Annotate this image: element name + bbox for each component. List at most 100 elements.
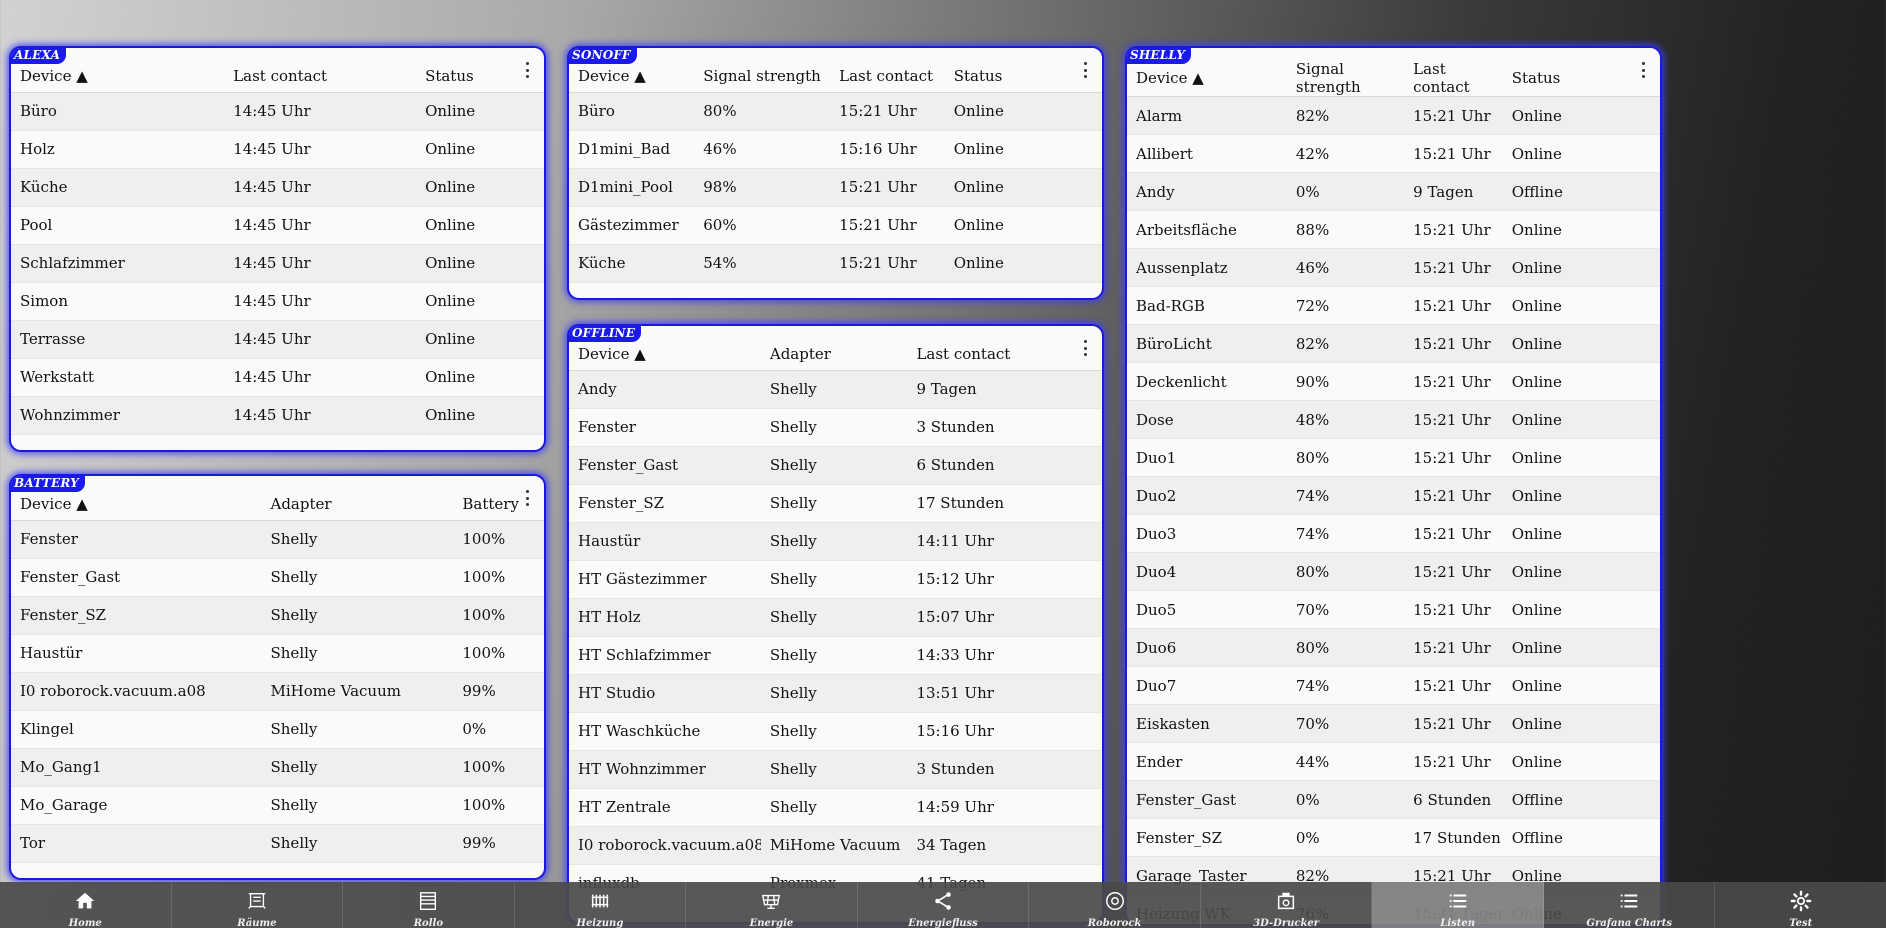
- solar-panel-icon: [760, 890, 782, 916]
- table-row[interactable]: I0 roborock.vacuum.a08 MiHome Vacuum 34 Ta…: [569, 826, 1102, 864]
- table-cell: 14:45 Uhr: [233, 254, 311, 272]
- offline-column-header[interactable]: Last contact: [907, 326, 1102, 370]
- table-row[interactable]: Fenster_SZ Shelly 100%: [11, 596, 544, 634]
- sonoff-column-header[interactable]: Signal strength: [694, 48, 830, 92]
- table-row[interactable]: HT Holz Shelly 15:07 Uhr: [569, 598, 1102, 636]
- table-row[interactable]: Haustür Shelly 14:11 Uhr: [569, 522, 1102, 560]
- table-row[interactable]: Gästezimmer 60% 15:21 Uhr Online: [569, 206, 1102, 244]
- table-row[interactable]: Eiskasten 70% 15:21 Uhr Online: [1127, 704, 1660, 743]
- table-row[interactable]: Duo2 74% 15:21 Uhr Online: [1127, 476, 1660, 515]
- shelly-column-header[interactable]: Status: [1503, 48, 1660, 97]
- list-icon: [1618, 890, 1640, 916]
- table-row[interactable]: Haustür Shelly 100%: [11, 634, 544, 672]
- shelly-column-header[interactable]: Last contact: [1404, 48, 1503, 97]
- offline-column-header[interactable]: Adapter: [761, 326, 908, 370]
- table-row[interactable]: Alarm 82% 15:21 Uhr Online: [1127, 96, 1660, 135]
- table-row[interactable]: Duo7 74% 15:21 Uhr Online: [1127, 666, 1660, 705]
- table-cell: Shelly: [270, 796, 318, 814]
- table-cell: Büro: [20, 102, 57, 120]
- table-row[interactable]: Duo1 80% 15:21 Uhr Online: [1127, 438, 1660, 477]
- table-cell: Duo3: [1136, 524, 1177, 543]
- table-cell: 60%: [703, 216, 737, 234]
- table-row[interactable]: Werkstatt 14:45 Uhr Online: [11, 358, 544, 396]
- battery-menu-icon[interactable]: [524, 490, 530, 506]
- table-row[interactable]: Fenster_SZ Shelly 17 Stunden: [569, 484, 1102, 522]
- table-row[interactable]: D1mini_Bad 46% 15:16 Uhr Online: [569, 130, 1102, 168]
- alexa-menu-icon[interactable]: [524, 62, 530, 78]
- table-cell: Shelly: [769, 456, 817, 474]
- nav-item-energie[interactable]: Energie: [686, 882, 858, 928]
- table-row[interactable]: Andy Shelly 9 Tagen: [569, 370, 1102, 408]
- table-cell: Online: [953, 140, 1004, 158]
- table-row[interactable]: HT Waschküche Shelly 15:16 Uhr: [569, 712, 1102, 750]
- table-row[interactable]: HT Wohnzimmer Shelly 3 Stunden: [569, 750, 1102, 788]
- table-row[interactable]: Duo6 80% 15:21 Uhr Online: [1127, 628, 1660, 667]
- table-row[interactable]: HT Zentrale Shelly 14:59 Uhr: [569, 788, 1102, 826]
- shelly-column-header[interactable]: Signal strength: [1287, 48, 1404, 97]
- table-row[interactable]: Andy 0% 9 Tagen Offline: [1127, 172, 1660, 211]
- sonoff-menu-icon[interactable]: [1082, 62, 1088, 78]
- table-row[interactable]: Ender 44% 15:21 Uhr Online: [1127, 742, 1660, 781]
- table-row[interactable]: D1mini_Pool 98% 15:21 Uhr Online: [569, 168, 1102, 206]
- sonoff-column-header[interactable]: Last contact: [830, 48, 945, 92]
- table-cell: Online: [953, 216, 1004, 234]
- nav-item-roborock[interactable]: Roborock: [1029, 882, 1201, 928]
- table-row[interactable]: Deckenlicht 90% 15:21 Uhr Online: [1127, 362, 1660, 401]
- table-row[interactable]: HT Studio Shelly 13:51 Uhr: [569, 674, 1102, 712]
- table-row[interactable]: HT Schlafzimmer Shelly 14:33 Uhr: [569, 636, 1102, 674]
- table-row[interactable]: Pool 14:45 Uhr Online: [11, 206, 544, 244]
- table-row[interactable]: Wohnzimmer 14:45 Uhr Online: [11, 396, 544, 434]
- shelly-menu-icon[interactable]: [1640, 62, 1646, 78]
- table-row[interactable]: Küche 14:45 Uhr Online: [11, 168, 544, 206]
- table-row[interactable]: BüroLicht 82% 15:21 Uhr Online: [1127, 324, 1660, 363]
- table-row[interactable]: Schlafzimmer 14:45 Uhr Online: [11, 244, 544, 282]
- table-cell: Terrasse: [20, 330, 86, 348]
- table-row[interactable]: Allibert 42% 15:21 Uhr Online: [1127, 134, 1660, 173]
- nav-item-3d-drucker[interactable]: 3D-Drucker: [1201, 882, 1373, 928]
- nav-item-test[interactable]: Test: [1715, 882, 1886, 928]
- sonoff-column-header[interactable]: Status: [945, 48, 1102, 92]
- table-row[interactable]: Duo4 80% 15:21 Uhr Online: [1127, 552, 1660, 591]
- table-row[interactable]: HT Gästezimmer Shelly 15:12 Uhr: [569, 560, 1102, 598]
- table-row[interactable]: Aussenplatz 46% 15:21 Uhr Online: [1127, 248, 1660, 287]
- table-row[interactable]: Holz 14:45 Uhr Online: [11, 130, 544, 168]
- table-row[interactable]: Mo_Garage Shelly 100%: [11, 786, 544, 824]
- table-row[interactable]: Bad-RGB 72% 15:21 Uhr Online: [1127, 286, 1660, 325]
- table-row[interactable]: Küche 54% 15:21 Uhr Online: [569, 244, 1102, 282]
- nav-item-home[interactable]: Home: [0, 882, 172, 928]
- table-cell: 0%: [462, 720, 487, 738]
- table-row[interactable]: Fenster Shelly 3 Stunden: [569, 408, 1102, 446]
- table-cell: Shelly: [270, 530, 318, 548]
- table-cell: 14:45 Uhr: [233, 178, 311, 196]
- table-row[interactable]: Terrasse 14:45 Uhr Online: [11, 320, 544, 358]
- battery-column-header[interactable]: Battery: [453, 476, 544, 520]
- table-row[interactable]: Fenster_Gast 0% 6 Stunden Offline: [1127, 780, 1660, 819]
- table-row[interactable]: Büro 80% 15:21 Uhr Online: [569, 92, 1102, 130]
- table-row[interactable]: Mo_Gang1 Shelly 100%: [11, 748, 544, 786]
- nav-item-heizung[interactable]: Heizung: [515, 882, 687, 928]
- nav-item-rollo[interactable]: Rollo: [343, 882, 515, 928]
- table-row[interactable]: Tor Shelly 99%: [11, 824, 544, 862]
- table-row[interactable]: Duo5 70% 15:21 Uhr Online: [1127, 590, 1660, 629]
- sonoff-card: SONOFF Device ▲ Signal strength Last conta…: [567, 46, 1104, 300]
- table-row[interactable]: Fenster_Gast Shelly 6 Stunden: [569, 446, 1102, 484]
- table-row[interactable]: Arbeitsfläche 88% 15:21 Uhr Online: [1127, 210, 1660, 249]
- offline-menu-icon[interactable]: [1082, 340, 1088, 356]
- nav-item-listen[interactable]: Listen: [1372, 882, 1544, 928]
- nav-item-energiefluss[interactable]: Energiefluss: [858, 882, 1030, 928]
- table-row[interactable]: Fenster_SZ 0% 17 Stunden Offline: [1127, 818, 1660, 857]
- table-row[interactable]: Fenster_Gast Shelly 100%: [11, 558, 544, 596]
- table-cell: 15:21 Uhr: [1413, 714, 1491, 733]
- nav-item-grafana-charts[interactable]: Grafana Charts: [1544, 882, 1716, 928]
- table-cell: 80%: [703, 102, 737, 120]
- alexa-column-header[interactable]: Last contact: [224, 48, 416, 92]
- nav-item-r-ume[interactable]: Räume: [172, 882, 344, 928]
- battery-column-header[interactable]: Adapter: [262, 476, 454, 520]
- table-row[interactable]: I0 roborock.vacuum.a08 MiHome Vacuum 99%: [11, 672, 544, 710]
- table-row[interactable]: Simon 14:45 Uhr Online: [11, 282, 544, 320]
- table-row[interactable]: Klingel Shelly 0%: [11, 710, 544, 748]
- table-row[interactable]: Fenster Shelly 100%: [11, 520, 544, 558]
- table-row[interactable]: Dose 48% 15:21 Uhr Online: [1127, 400, 1660, 439]
- table-row[interactable]: Büro 14:45 Uhr Online: [11, 92, 544, 130]
- table-row[interactable]: Duo3 74% 15:21 Uhr Online: [1127, 514, 1660, 553]
